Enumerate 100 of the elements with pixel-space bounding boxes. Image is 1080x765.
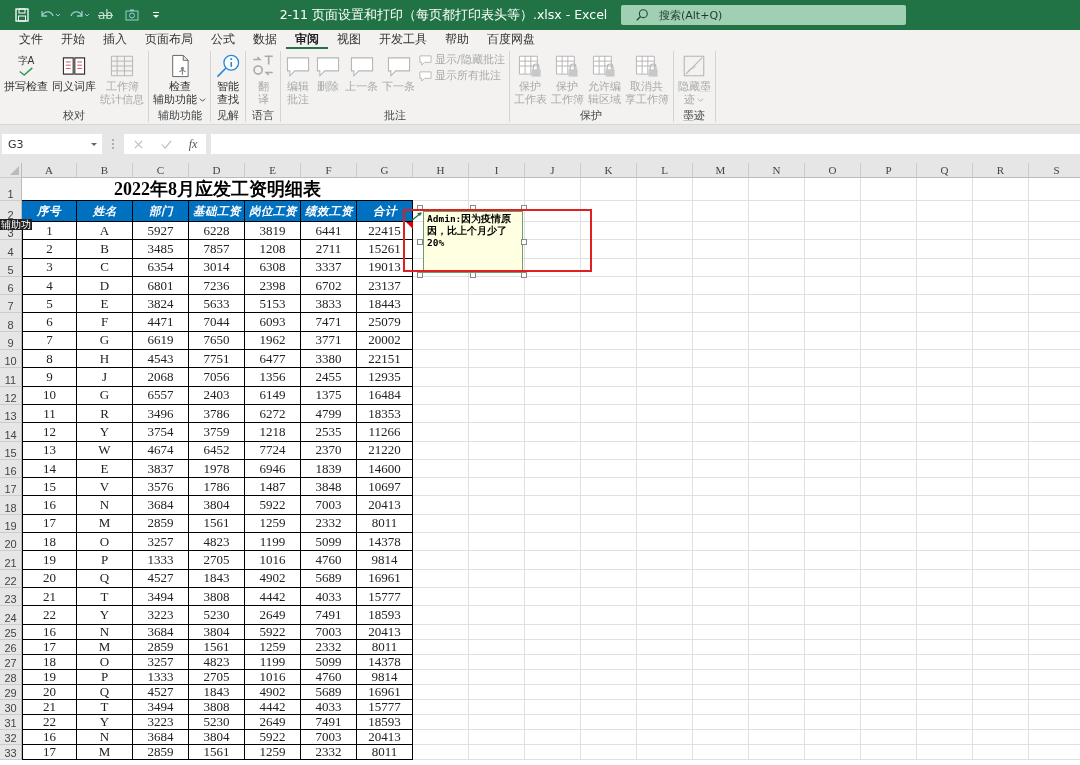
column-header[interactable]: K <box>581 163 637 178</box>
empty-cell <box>861 331 917 351</box>
group-label: 墨迹 <box>683 108 706 122</box>
ribbon-tab[interactable]: 插入 <box>94 31 136 49</box>
column-header[interactable]: H <box>413 163 469 178</box>
resize-handle[interactable] <box>521 239 527 245</box>
empty-cell <box>413 313 469 332</box>
resize-handle[interactable] <box>521 205 527 211</box>
ribbon-tab[interactable]: 开发工具 <box>370 31 436 49</box>
ribbon-tab[interactable]: 数据 <box>244 31 286 49</box>
column-header[interactable]: A <box>22 163 77 178</box>
row-header[interactable]: 10 <box>0 350 22 369</box>
ribbon-button[interactable]: 同义词库 <box>50 51 98 93</box>
column-heading: 姓名 <box>77 201 133 222</box>
row-header[interactable]: 14 <box>0 423 22 442</box>
table-cell: 9814 <box>357 669 413 685</box>
resize-handle[interactable] <box>470 272 476 278</box>
enter-icon[interactable] <box>160 138 172 150</box>
column-header[interactable]: F <box>301 163 357 178</box>
empty-cell <box>413 423 469 442</box>
column-header[interactable]: P <box>861 163 917 178</box>
table-cell: 17 <box>22 639 77 655</box>
ribbon-button[interactable]: 字A 拼写检查 <box>2 51 50 93</box>
column-header[interactable]: J <box>525 163 581 178</box>
column-header[interactable]: I <box>469 163 525 178</box>
row-header[interactable]: 18 <box>0 496 22 515</box>
row-header[interactable]: 24 <box>0 606 22 625</box>
name-box[interactable]: G3 <box>2 134 102 154</box>
empty-cell <box>469 331 525 351</box>
column-header[interactable]: L <box>637 163 693 178</box>
empty-cell <box>637 514 693 534</box>
row-header[interactable]: 17 <box>0 478 22 497</box>
row-header[interactable]: 20 <box>0 533 22 552</box>
resize-handle[interactable] <box>521 272 527 278</box>
row-header[interactable]: 11 <box>0 368 22 387</box>
empty-cell <box>917 423 973 442</box>
empty-cell <box>525 386 581 405</box>
empty-cell <box>693 669 749 685</box>
comment-box[interactable]: Admin:因为疫情原因，比上个月少了20% <box>423 211 523 273</box>
table-cell: H <box>77 350 133 369</box>
table-cell: 7471 <box>301 313 357 332</box>
column-header[interactable]: Q <box>917 163 973 178</box>
table-cell: 16 <box>22 624 77 640</box>
empty-cell <box>525 404 581 424</box>
column-header[interactable]: D <box>189 163 245 178</box>
empty-cell <box>637 313 693 332</box>
empty-cell <box>637 624 693 640</box>
column-header[interactable]: O <box>805 163 861 178</box>
ribbon-tab[interactable]: 公式 <box>202 31 244 49</box>
empty-cell <box>749 714 805 730</box>
resize-handle[interactable] <box>470 205 476 211</box>
search-icon <box>635 8 649 22</box>
ribbon-tab[interactable]: 帮助 <box>436 31 478 49</box>
search-field[interactable]: 搜索(Alt+Q) <box>621 5 906 25</box>
resize-handle[interactable] <box>417 205 423 211</box>
empty-cell <box>525 514 581 534</box>
save-icon[interactable] <box>14 7 30 23</box>
row-header[interactable]: 21 <box>0 551 22 570</box>
empty-cell <box>917 729 973 745</box>
table-cell: 3804 <box>189 624 245 640</box>
table-cell: 7491 <box>301 606 357 625</box>
empty-cell <box>469 699 525 715</box>
row-header[interactable]: 1 <box>0 178 22 201</box>
resize-handle[interactable] <box>417 272 423 278</box>
empty-cell <box>805 258 861 277</box>
column-header[interactable]: S <box>1029 163 1080 178</box>
ribbon-tab[interactable]: 百度网盘 <box>478 31 544 49</box>
table-cell: E <box>77 295 133 314</box>
empty-cell <box>973 569 1029 588</box>
column-header[interactable]: G <box>357 163 413 178</box>
cancel-icon[interactable] <box>132 138 144 150</box>
ribbon-tab[interactable]: 页面布局 <box>136 31 202 49</box>
group-label: 校对 <box>63 108 85 122</box>
empty-cell <box>805 669 861 685</box>
ribbon-button[interactable]: 检查 辅助功能 <box>151 51 208 106</box>
column-header[interactable]: M <box>693 163 749 178</box>
empty-cell <box>749 533 805 552</box>
row-header[interactable]: 7 <box>0 295 22 314</box>
empty-cell <box>861 404 917 424</box>
table-cell: 18593 <box>357 714 413 730</box>
empty-cell <box>413 654 469 670</box>
insert-function-button[interactable]: fx <box>188 136 198 152</box>
column-header[interactable]: R <box>973 163 1029 178</box>
row-header[interactable]: 4 <box>0 240 22 259</box>
resize-handle[interactable] <box>417 239 423 245</box>
strikethrough-button[interactable]: ab <box>98 8 113 22</box>
column-header[interactable]: B <box>77 163 133 178</box>
formula-field[interactable] <box>211 134 1080 154</box>
customize-caret-icon[interactable] <box>151 10 161 20</box>
empty-cell <box>525 606 581 625</box>
ribbon-tab[interactable]: 开始 <box>52 31 94 49</box>
column-header[interactable]: E <box>245 163 301 178</box>
ribbon-tab[interactable]: 文件 <box>10 31 52 49</box>
ribbon-tab[interactable]: 视图 <box>328 31 370 49</box>
ribbon-button[interactable]: 智能 查找 <box>213 51 243 106</box>
column-header[interactable]: C <box>133 163 189 178</box>
row-header[interactable]: 8 <box>0 313 22 332</box>
empty-cell <box>637 533 693 552</box>
column-header[interactable]: N <box>749 163 805 178</box>
table-cell: 7751 <box>189 350 245 369</box>
